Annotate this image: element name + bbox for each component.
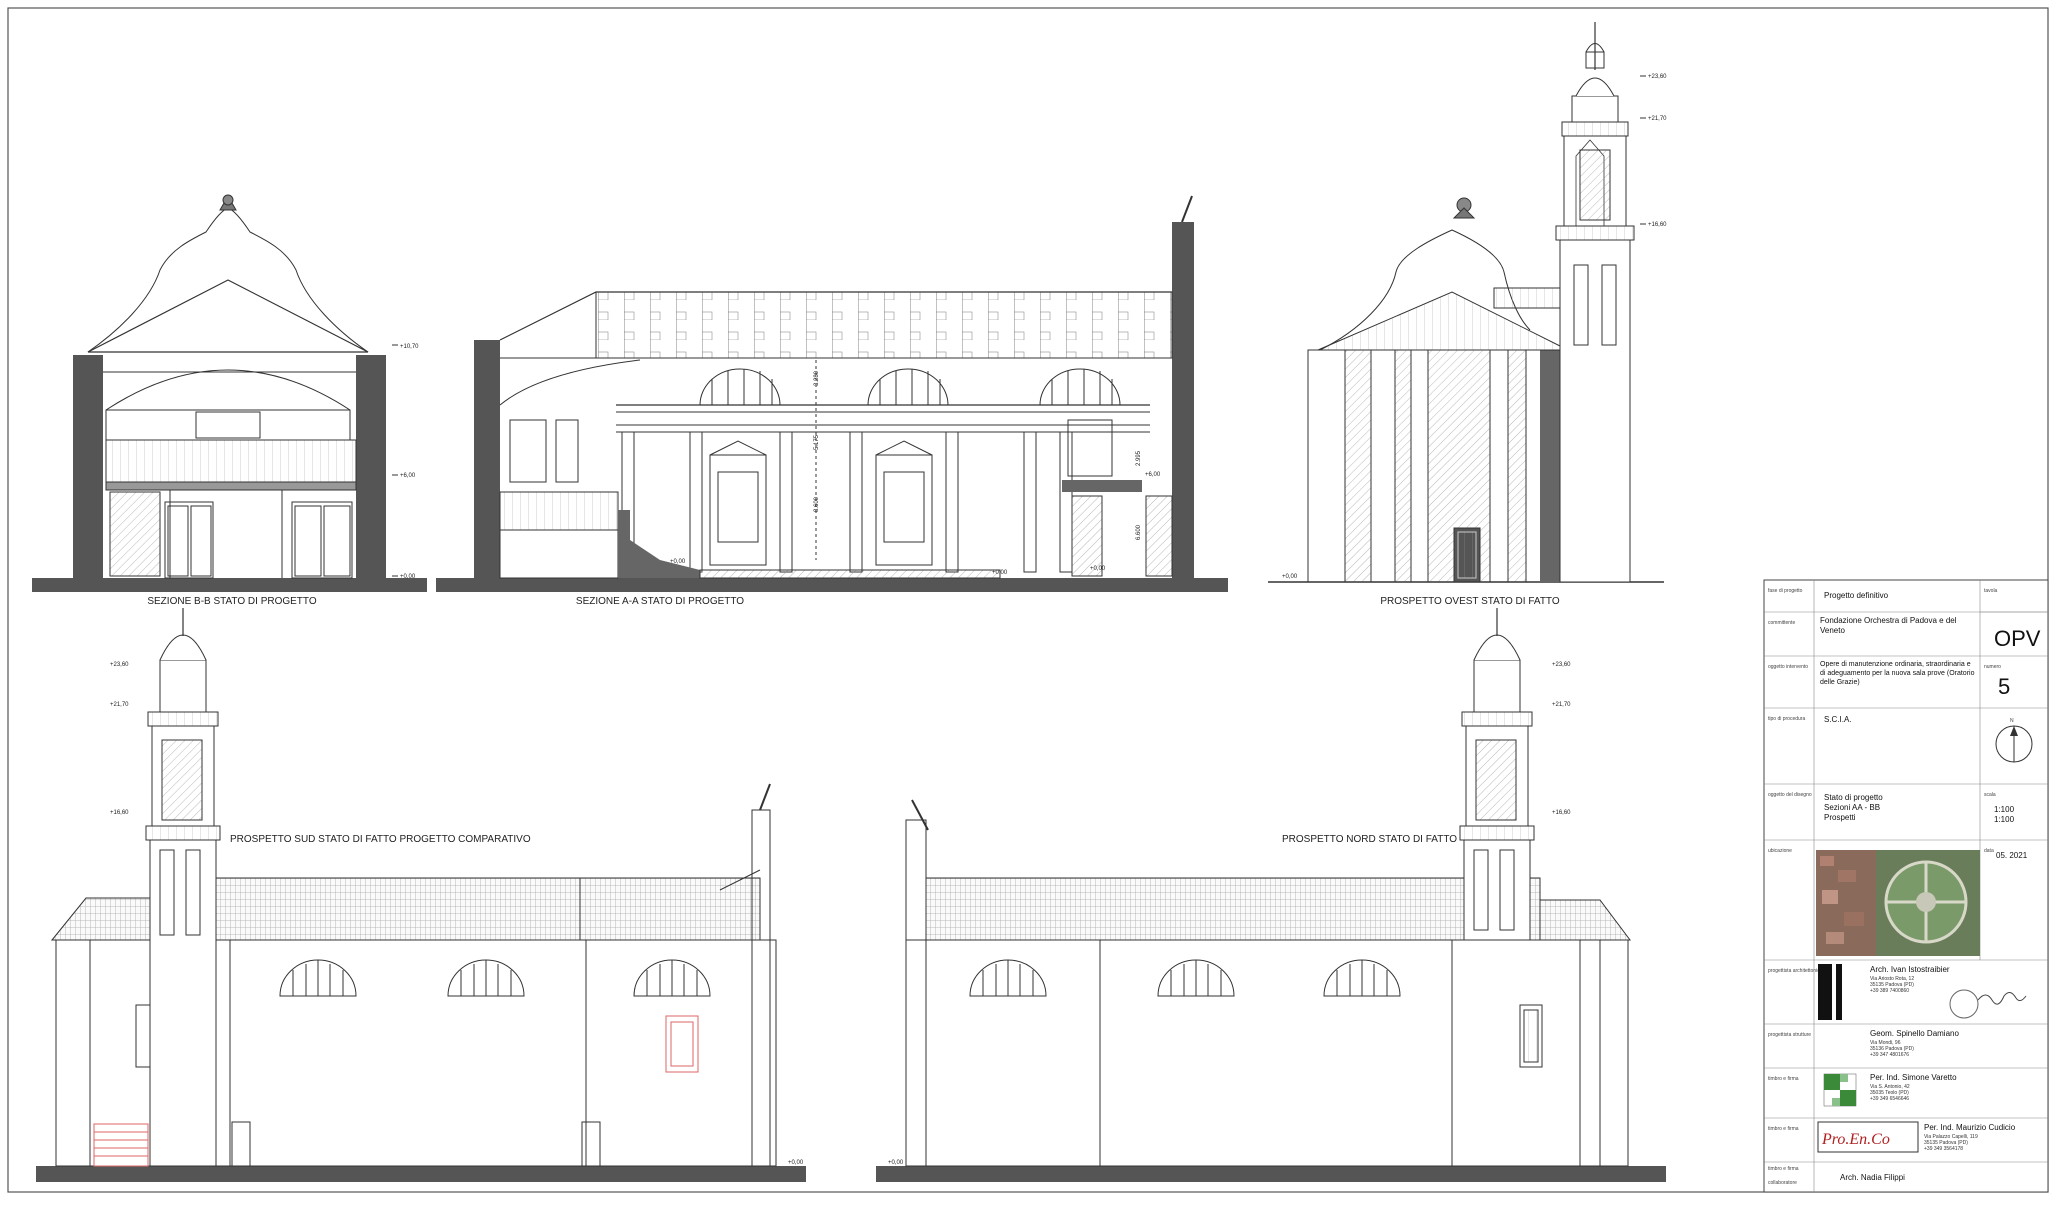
strutture-address: Via Mondi, 96 35136 Padova (PD) +39 347 … xyxy=(1870,1040,1914,1058)
level-label: +0,00 xyxy=(400,574,416,580)
progettista-name: Arch. Ivan Istostraibier xyxy=(1870,965,1950,974)
label-firma: timbro e firma xyxy=(1768,1166,1799,1172)
collaboratore-name: Arch. Nadia Filippi xyxy=(1840,1173,1905,1182)
label-disegno: oggetto del disegno xyxy=(1768,792,1812,798)
numero-value: 5 xyxy=(1998,674,2010,699)
disegno-line2: Sezioni AA - BB xyxy=(1824,803,1880,812)
proenco-logo-text: Pro.En.Co xyxy=(1821,1131,1890,1148)
disegno-line3: Prospetti xyxy=(1824,813,1856,822)
dimension-label: 6.600 xyxy=(1136,524,1142,540)
drawing-sheet: +10,70 +6,00 +0,00 SEZIONE B-B STATO DI … xyxy=(0,0,2056,1200)
dimension-label: 5.175 xyxy=(814,434,820,450)
label-elettrico: timbro e firma xyxy=(1768,1126,1799,1132)
level-label: +23,60 xyxy=(110,662,129,668)
elevation-south: +23,60 +21,70 +16,60 +0,00 xyxy=(36,608,806,1182)
dimension-label: 8.600 xyxy=(814,496,820,512)
section-bb: +10,70 +6,00 +0,00 xyxy=(32,194,427,592)
elevation-west: +23,60 +21,70 +16,60 +0,00 xyxy=(1268,22,1667,583)
level-label: +21,70 xyxy=(1552,702,1571,708)
disegno-line1: Stato di progetto xyxy=(1824,793,1883,802)
oggetto-value: Opere di manutenzione ordinaria, straord… xyxy=(1820,661,1975,686)
label-scala: scala xyxy=(1984,792,1996,798)
caption-section-aa: SEZIONE A-A STATO DI PROGETTO xyxy=(576,596,744,607)
level-label: +0,00 xyxy=(670,559,686,565)
label-numero: numero xyxy=(1984,664,2001,670)
level-label: +6,00 xyxy=(1145,472,1161,478)
progettista-logo-icon xyxy=(1818,964,1842,1020)
procedura-value: S.C.I.A. xyxy=(1824,715,1852,724)
level-label: +0,00 xyxy=(788,1160,804,1166)
level-label: +16,60 xyxy=(1552,810,1571,816)
label-progettista: progettista architettonico xyxy=(1768,968,1823,974)
caption-elevation-south: PROSPETTO SUD STATO DI FATTO PROGETTO CO… xyxy=(230,834,531,845)
codice-value: OPV xyxy=(1994,626,2041,651)
level-label: +16,60 xyxy=(110,810,129,816)
progettista-address: Via Ariosto Rota, 12 35135 Padova (PD) +… xyxy=(1870,976,1915,994)
label-procedura: tipo di procedura xyxy=(1768,716,1805,722)
level-label: +21,70 xyxy=(110,702,129,708)
impianti-logo-icon xyxy=(1823,1073,1857,1107)
scala-value-1: 1:100 xyxy=(1994,805,2015,814)
fase-value: Progetto definitivo xyxy=(1824,591,1889,600)
section-aa: 3.280 5.175 8.600 2.995 6.600 +0,00 +0,0… xyxy=(436,195,1228,592)
strutture-name: Geom. Spinello Damiano xyxy=(1870,1029,1959,1038)
caption-section-bb: SEZIONE B-B STATO DI PROGETTO xyxy=(147,596,317,607)
cad-drawing: +10,70 +6,00 +0,00 SEZIONE B-B STATO DI … xyxy=(7,7,2049,1193)
label-data: data xyxy=(1984,848,1994,854)
level-label: +0,00 xyxy=(888,1160,904,1166)
level-label: +6,00 xyxy=(400,473,416,479)
level-label: +21,70 xyxy=(1648,116,1667,122)
level-label: +10,70 xyxy=(400,344,419,350)
caption-elevation-west: PROSPETTO OVEST STATO DI FATTO xyxy=(1380,596,1560,607)
label-codice: tavola xyxy=(1984,588,1998,594)
label-collaboratore: collaboratore xyxy=(1768,1180,1797,1186)
title-block: fase di progetto Progetto definitivo com… xyxy=(1763,579,2049,1193)
level-label: +0,00 xyxy=(1282,574,1298,580)
impianti-address: Via S. Antonio, 42 35035 Teolo (PD) +39 … xyxy=(1870,1084,1910,1102)
label-oggetto: oggetto intervento xyxy=(1768,664,1808,670)
label-strutture: progettista strutture xyxy=(1768,1032,1811,1038)
scala-value-2: 1:100 xyxy=(1994,815,2015,824)
north-label: N xyxy=(2010,718,2014,724)
data-value: 05. 2021 xyxy=(1996,851,2028,860)
dimension-label: 3.280 xyxy=(814,370,820,386)
elettrico-name: Per. Ind. Maurizio Cudicio xyxy=(1924,1123,2016,1132)
label-committente: committente xyxy=(1768,620,1795,626)
level-label: +23,60 xyxy=(1552,662,1571,668)
level-label: +23,60 xyxy=(1648,74,1667,80)
committente-value: Fondazione Orchestra di Padova e del Ven… xyxy=(1820,616,1957,635)
level-label: +0,00 xyxy=(1090,566,1106,572)
level-label: +0,00 xyxy=(992,570,1008,576)
impianti-name: Per. Ind. Simone Varetto xyxy=(1870,1073,1957,1082)
location-aerial-photo xyxy=(1816,850,1980,956)
level-label: +16,60 xyxy=(1648,222,1667,228)
dimension-label: 2.995 xyxy=(1136,450,1142,466)
elevation-north: +23,60 +21,70 +16,60 +0,00 xyxy=(876,608,1666,1182)
label-ubicazione: ubicazione xyxy=(1768,848,1792,854)
elettrico-address: Via Palazzo Capelli, 119 35135 Padova (P… xyxy=(1924,1134,1978,1152)
caption-elevation-north: PROSPETTO NORD STATO DI FATTO xyxy=(1282,834,1457,845)
label-impianti: timbro e firma xyxy=(1768,1076,1799,1082)
label-fase: fase di progetto xyxy=(1768,588,1803,594)
